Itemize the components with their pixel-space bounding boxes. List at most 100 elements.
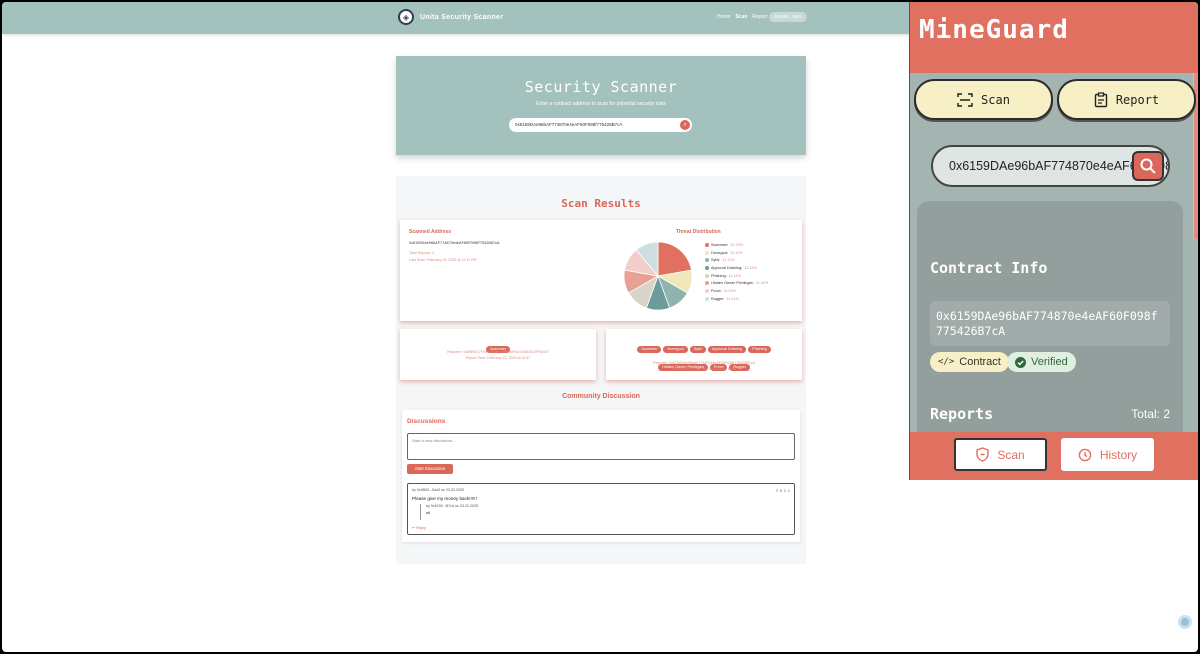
- legend-dot: [705, 288, 709, 293]
- scan-tab-button[interactable]: Scan: [914, 79, 1053, 120]
- top-navbar: ◈ Unita Security Scanner Home Scan Repor…: [2, 2, 910, 34]
- community-title: Community Discussion: [562, 393, 640, 400]
- summary-card: Scanned Address 0x6159DAe96bAF774870e4eA…: [400, 220, 802, 321]
- address-input[interactable]: 0x6159DAe96bAF774870e4eAF60F098f775426B7…: [931, 145, 1170, 187]
- report-tab-label: Report: [1115, 92, 1160, 107]
- wallet-address-button[interactable]: 0x3692...354c: [769, 12, 807, 22]
- results-title: Scan Results: [561, 197, 641, 210]
- reply-link[interactable]: ↩ Reply: [412, 525, 426, 530]
- post-votes: ⇧ 0 ⇩ 1: [775, 488, 790, 493]
- threat-pie-chart: [623, 241, 693, 311]
- panel-title: MineGuard: [919, 15, 1069, 45]
- legend-dot: [705, 281, 709, 286]
- pie-legend: Scammer: 22.22% Honeypot: 11.11% Sybil: 11.…: [705, 241, 768, 303]
- reply-arrow-icon: ↩: [412, 526, 416, 530]
- legend-item: Sybil: 11.11%: [705, 256, 768, 264]
- threat-tag: Approval Draining: [707, 345, 747, 353]
- legend-pct: 11.11%: [744, 265, 757, 270]
- legend-pct: 11.11%: [755, 281, 769, 286]
- footer-scan-button[interactable]: Scan: [954, 438, 1047, 471]
- contract-badge-label: Contract: [959, 356, 1001, 368]
- legend-pct: 11.11%: [726, 296, 739, 301]
- discussions-panel: Discussions Start a new discussion... St…: [402, 410, 800, 542]
- threat-tag: Sybil: [689, 345, 706, 353]
- legend-name: Sybil:: [711, 258, 721, 263]
- legend-dot: [705, 242, 709, 247]
- legend-dot: [705, 250, 709, 255]
- legend-item: Scammer: 22.22%: [705, 241, 768, 249]
- scan-tab-label: Scan: [981, 92, 1010, 107]
- legend-item: Honeypot: 11.11%: [705, 249, 768, 257]
- contract-info-title: Contract Info: [930, 259, 1048, 277]
- scanned-address-label: Scanned Address: [409, 229, 452, 235]
- post-reply: by 0x6159...B7cA on 23.02.2025 nil: [420, 504, 478, 520]
- report-tab-button[interactable]: Report: [1057, 79, 1196, 120]
- report-card-1: Scammer Reporter: 0x6f693C7F5444216F17d8…: [400, 329, 596, 380]
- scanned-address: 0x6159DAe96bAF774870e4eAF60F098f775426B7…: [409, 241, 500, 245]
- browser-frame: ◈ Unita Security Scanner Home Scan Repor…: [2, 2, 1198, 652]
- legend-pct: 11.11%: [728, 273, 741, 278]
- report-1-reporter: Reporter: 0x6f693C7F5444216F17d8F9eF4d7d…: [447, 350, 549, 354]
- contract-info-card: Contract Info 0x6159DAe96bAF774870e4eAF6…: [917, 201, 1183, 433]
- total-reports: Total Reports: 2: [409, 251, 435, 255]
- help-icon[interactable]: [1178, 615, 1192, 629]
- legend-name: Phishing:: [711, 273, 727, 278]
- reply-body: nil: [426, 510, 431, 515]
- mineguard-extension-panel: MineGuard Scan Report 0x6159DAe96bAF7748…: [909, 2, 1198, 480]
- search-icon: [1140, 158, 1156, 174]
- scan-results-section: Scan Results Scanned Address 0x6159DAe96…: [396, 176, 806, 564]
- contract-address: 0x6159DAe96bAF774870e4eAF60F098f775426B7…: [930, 301, 1170, 346]
- report-2-reporter: Reporter: 0x6159DAe96bAF774870e4eAF60F09…: [653, 361, 755, 365]
- threat-tag: Scammer: [637, 345, 662, 353]
- legend-name: Ponzi:: [711, 288, 722, 293]
- legend-name: Scammer:: [711, 242, 729, 247]
- report-card-2: Scammer Honeypot Sybil Approval Draining Phi…: [606, 329, 802, 380]
- search-icon[interactable]: ⌕: [680, 120, 690, 130]
- reply-link-label: Reply: [416, 526, 426, 530]
- downvote-count: 1: [787, 488, 790, 493]
- last-scan: Last Scan: February 23, 2025 at 12:11 PM: [409, 258, 477, 262]
- legend-dot: [705, 258, 709, 263]
- reports-total: Total: 2: [1131, 407, 1170, 421]
- contract-badge: </> Contract: [930, 352, 1009, 372]
- search-button[interactable]: [1132, 151, 1164, 181]
- nav-links: Home Scan Report: [717, 14, 767, 20]
- legend-item: Hidden Owner Privileges: 11.11%: [705, 279, 768, 287]
- legend-dot: [705, 273, 709, 278]
- post-meta: by 0x4B93...54a3 on 23.02.2025: [412, 488, 464, 492]
- legend-dot: [705, 265, 709, 270]
- verified-badge: Verified: [1007, 352, 1076, 372]
- reply-meta: by 0x6159...B7cA on 23.02.2025: [426, 504, 478, 508]
- start-discussion-button[interactable]: Start Discussion: [407, 464, 453, 474]
- scan-frame-icon: [957, 92, 973, 107]
- footer-scan-label: Scan: [997, 447, 1025, 462]
- nav-scan[interactable]: Scan: [735, 14, 747, 20]
- legend-name: Approval Draining:: [711, 265, 743, 270]
- footer-history-button[interactable]: History: [1061, 438, 1154, 471]
- panel-footer: Scan History: [910, 432, 1198, 480]
- report-1-time: Report Time: February 23, 2025 at 11:47: [465, 356, 531, 360]
- hero-title: Security Scanner: [524, 78, 678, 96]
- brand[interactable]: ◈ Unita Security Scanner: [398, 9, 503, 25]
- hero-search-value: 0x6159DAe96bAF774870e4eAF60F098f775426B7…: [515, 122, 623, 127]
- scanner-hero: Security Scanner Enter a contract addres…: [396, 56, 806, 155]
- hero-search-input[interactable]: 0x6159DAe96bAF774870e4eAF60F098f775426B7…: [509, 118, 692, 132]
- legend-item: Phishing: 11.11%: [705, 272, 768, 280]
- history-clock-icon: [1078, 448, 1092, 461]
- legend-item: Rugger: 11.11%: [705, 295, 768, 303]
- legend-item: Approval Draining: 11.11%: [705, 264, 768, 272]
- discussion-post: by 0x4B93...54a3 on 23.02.2025 Please gi…: [407, 483, 795, 535]
- legend-name: Honeypot:: [711, 250, 729, 255]
- nav-report[interactable]: Report: [752, 14, 767, 20]
- reports-label: Reports: [930, 405, 994, 423]
- shield-icon: [976, 447, 990, 462]
- shield-logo-icon: ◈: [398, 9, 414, 25]
- new-discussion-textarea[interactable]: Start a new discussion...: [407, 433, 795, 460]
- footer-history-label: History: [1099, 447, 1138, 462]
- nav-home[interactable]: Home: [717, 14, 730, 20]
- code-icon: </>: [938, 357, 955, 367]
- legend-pct: 11.11%: [722, 258, 735, 263]
- threat-tag: Phishing: [748, 345, 771, 353]
- downvote-icon[interactable]: ⇩: [783, 488, 786, 493]
- upvote-icon[interactable]: ⇧: [775, 488, 778, 493]
